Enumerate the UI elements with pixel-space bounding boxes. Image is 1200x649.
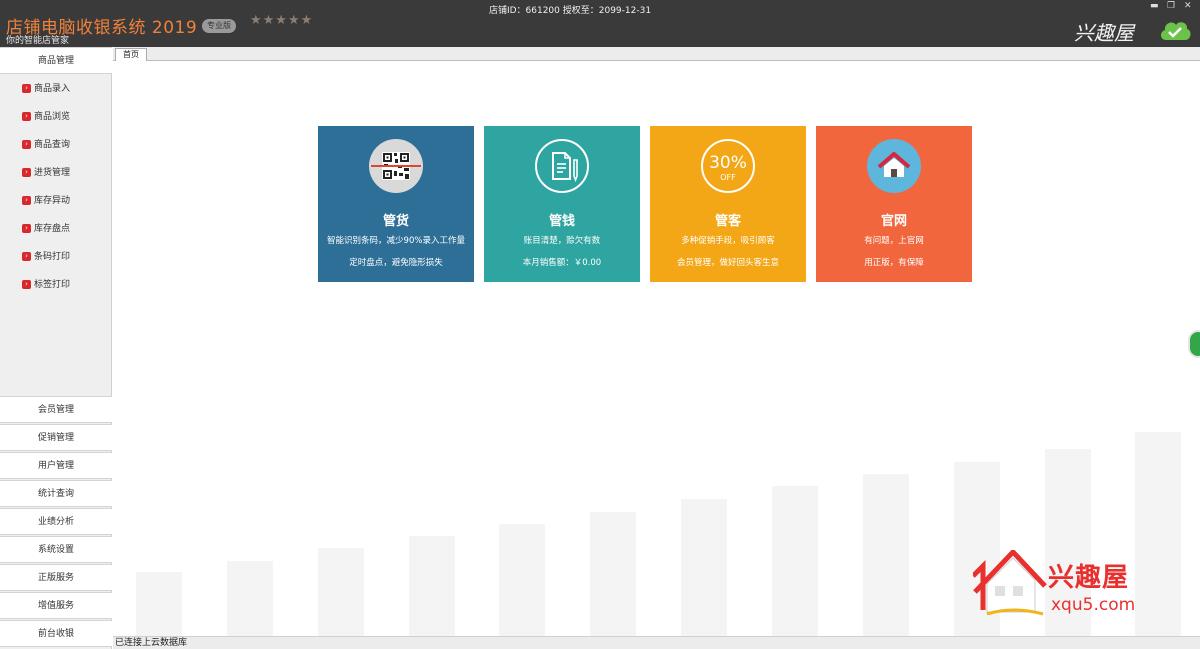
card-description: 有问题，上官网 [864, 236, 924, 246]
card-manage-goods[interactable]: 管货 智能识别条码，减少90%录入工作量 定时盘点，避免隐形损失 [318, 126, 474, 282]
sidebar-section-cashier[interactable]: 前台收银 [0, 620, 112, 647]
bg-bar [863, 474, 909, 636]
sidebar-item-stocktake[interactable]: › 库存盘点 [22, 222, 70, 236]
sidebar-item-goods-browse[interactable]: › 商品浏览 [22, 110, 70, 124]
tab-home[interactable]: 首页 [115, 48, 147, 61]
close-button[interactable]: ✕ [1184, 1, 1192, 11]
arrow-right-icon: › [22, 168, 31, 177]
tab-bar: 首页 [113, 47, 1200, 61]
side-panel-toggle[interactable] [1188, 330, 1200, 358]
sidebar-section-users[interactable]: 用户管理 [0, 452, 112, 479]
document-pen-icon [535, 139, 589, 193]
arrow-right-icon: › [22, 196, 31, 205]
sidebar-section-genuine-service[interactable]: 正版服务 [0, 564, 112, 591]
card-official-site[interactable]: 官网 有问题，上官网 用正版，有保障 [816, 126, 972, 282]
sidebar-item-label-print[interactable]: › 标签打印 [22, 278, 70, 292]
card-manage-customers[interactable]: 30% OFF 管客 多种促销手段，吸引顾客 会员管理，做好回头客生意 [650, 126, 806, 282]
sidebar: 商品管理 › 商品录入 › 商品浏览 › 商品查询 › 进货管理 › 库存异动 › 库存盘点… [0, 47, 112, 649]
card-title: 管钱 [548, 214, 575, 229]
bg-bar [772, 486, 818, 636]
card-description: 账目清楚，赊欠有数 [523, 236, 601, 246]
sidebar-section-goods[interactable]: 商品管理 [0, 47, 112, 74]
bg-bar [136, 572, 182, 636]
card-description: 多种促销手段，吸引顾客 [681, 236, 775, 246]
home-panel: 管货 智能识别条码，减少90%录入工作量 定时盘点，避免隐形损失 管钱 账目清楚… [113, 62, 1200, 636]
cloud-sync-icon[interactable] [1158, 16, 1192, 42]
status-bar: 已连接上云数据库 [113, 636, 1200, 649]
arrow-right-icon: › [22, 224, 31, 233]
sidebar-item-purchase[interactable]: › 进货管理 [22, 166, 70, 180]
sidebar-section-settings[interactable]: 系统设置 [0, 536, 112, 563]
bg-bar [227, 561, 273, 636]
rating-stars: ★★★★★ [250, 13, 314, 28]
house-icon [867, 139, 921, 193]
sidebar-section-performance[interactable]: 业绩分析 [0, 508, 112, 535]
brand-logo: 兴趣屋 [1074, 21, 1134, 45]
sidebar-section-promotions[interactable]: 促销管理 [0, 424, 112, 451]
card-description: 智能识别条码，减少90%录入工作量 [327, 236, 465, 246]
sidebar-item-stock-change[interactable]: › 库存异动 [22, 194, 70, 208]
card-description: 用正版，有保障 [864, 258, 924, 268]
bg-bar [590, 512, 636, 636]
arrow-right-icon: › [22, 252, 31, 261]
bg-bar [499, 524, 545, 636]
bg-bar [318, 548, 364, 636]
title-bar: 店铺电脑收银系统 2019 专业版 ★★★★★ 你的智能店管家 店铺ID：661… [0, 0, 1200, 47]
discount-badge-icon: 30% OFF [701, 139, 755, 193]
qr-code-icon [369, 139, 423, 193]
sidebar-section-statistics[interactable]: 统计查询 [0, 480, 112, 507]
app-subtitle: 你的智能店管家 [6, 36, 70, 46]
sidebar-item-goods-entry[interactable]: › 商品录入 [22, 82, 70, 96]
card-description: 会员管理，做好回头客生意 [676, 258, 779, 268]
bg-bar [681, 499, 727, 636]
minimize-button[interactable]: ▬ [1150, 1, 1159, 11]
discount-label: OFF [720, 173, 736, 182]
card-title: 官网 [880, 214, 907, 229]
card-description: 本月销售额：￥0.00 [522, 258, 602, 268]
restore-button[interactable]: ❐ [1167, 1, 1175, 11]
sidebar-section-value-added[interactable]: 增值服务 [0, 592, 112, 619]
arrow-right-icon: › [22, 84, 31, 93]
watermark-url: xqu5.com [1051, 595, 1136, 615]
bg-bar [409, 536, 455, 636]
card-title: 管货 [382, 214, 409, 229]
sidebar-item-barcode-print[interactable]: › 条码打印 [22, 250, 70, 264]
card-manage-money[interactable]: 管钱 账目清楚，赊欠有数 本月销售额：￥0.00 [484, 126, 640, 282]
edition-badge: 专业版 [202, 19, 236, 33]
watermark-name: 兴趣屋 [1048, 563, 1130, 593]
arrow-right-icon: › [22, 140, 31, 149]
arrow-right-icon: › [22, 280, 31, 289]
app-title: 店铺电脑收银系统 2019 [6, 18, 198, 38]
discount-value: 30% [709, 153, 747, 173]
card-title: 管客 [714, 214, 741, 229]
store-info: 店铺ID：661200 授权至：2099-12-31 [488, 6, 652, 16]
arrow-right-icon: › [22, 112, 31, 121]
sidebar-section-members[interactable]: 会员管理 [0, 396, 112, 423]
sidebar-item-goods-query[interactable]: › 商品查询 [22, 138, 70, 152]
card-description: 定时盘点，避免隐形损失 [349, 258, 443, 268]
